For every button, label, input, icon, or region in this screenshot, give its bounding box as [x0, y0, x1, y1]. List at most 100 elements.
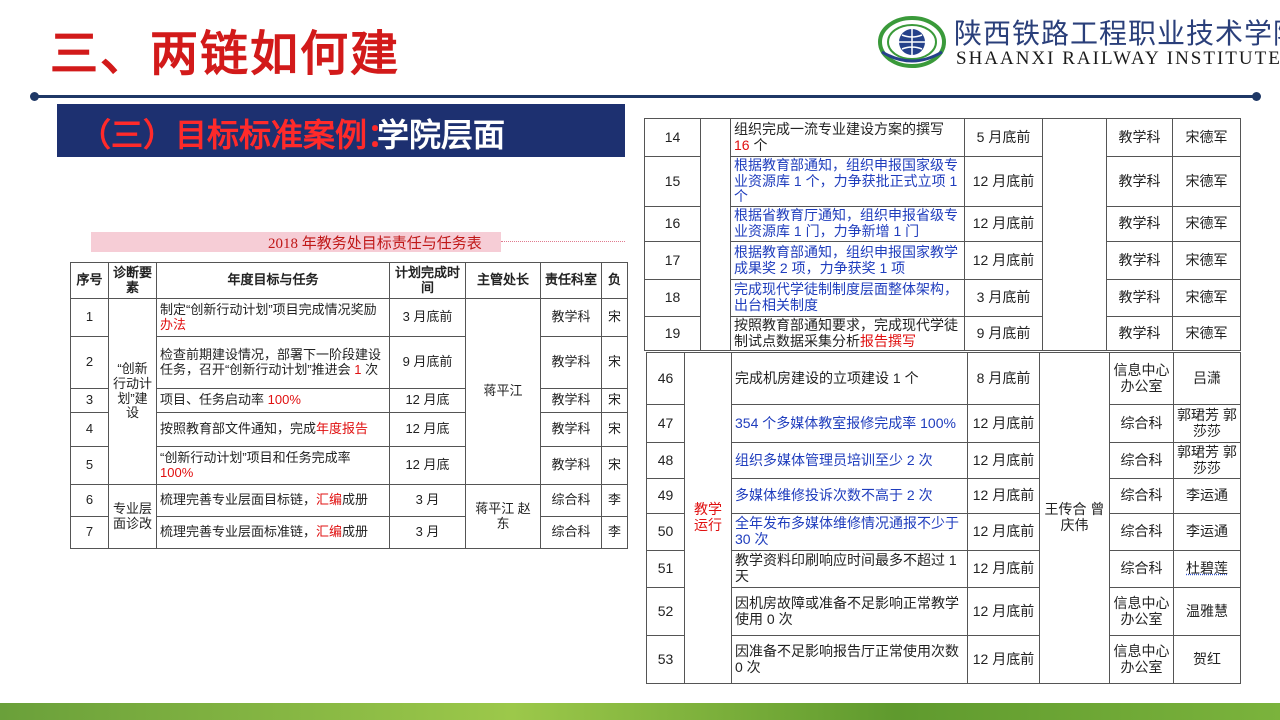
- due-time: 12 月底前: [967, 587, 1040, 636]
- department: 信息中心办公室: [1109, 635, 1174, 684]
- person: 李运通: [1173, 478, 1241, 514]
- table-caption: 2018 年教务处目标责任与任务表: [268, 236, 482, 252]
- person: 宋德军: [1172, 118, 1241, 157]
- header-cell: 年度目标与任务: [156, 262, 390, 299]
- subtitle-part2: 学院层面: [377, 116, 506, 154]
- due-time: 3 月: [389, 516, 466, 549]
- row-number: 2: [70, 336, 109, 389]
- department: 教学科: [1106, 206, 1173, 242]
- department: 教学科: [540, 412, 602, 447]
- table-row: 51 教学资料印刷响应时间最多不超过 1 天 12 月底前 综合科 杜碧莲: [646, 550, 1241, 588]
- target-task-table-left: 序号 诊断要素 年度目标与任务 计划完成时间 主管处长 责任科室 负 1 “创新…: [70, 262, 628, 549]
- task-cell: 梳理完善专业层面标准链，汇编成册: [156, 516, 390, 549]
- table-header-row: 序号 诊断要素 年度目标与任务 计划完成时间 主管处长 责任科室 负: [70, 262, 628, 299]
- table-row: 14 组织完成一流专业建设方案的撰写 16 个 5 月底前 教学科 宋德军: [644, 118, 1241, 351]
- due-time: 12 月底前: [964, 206, 1043, 242]
- department: 教学科: [1106, 316, 1173, 351]
- table-row: 6 专业层面诊改 梳理完善专业层面目标链，汇编成册 3 月 蒋平江 赵东 综合科…: [70, 484, 628, 549]
- person: 宋德军: [1172, 241, 1241, 280]
- person: 宋: [601, 412, 628, 447]
- department: 教学科: [540, 446, 602, 485]
- row-number: 47: [646, 404, 685, 443]
- table-row: 1 “创新行动计划”建设 制定“创新行动计划”项目完成情况奖励办法 3 月底前 …: [70, 298, 628, 485]
- table-row: 49 多媒体维修投诉次数不高于 2 次 12 月底前 综合科 李运通: [646, 478, 1241, 514]
- caption-dotted-line: [501, 241, 625, 242]
- task-cell: 根据教育部通知，组织申报国家教学成果奖 2 项，力争获奖 1 项: [730, 241, 965, 280]
- task-cell: 354 个多媒体教室报修完成率 100%: [731, 404, 968, 443]
- task-cell: 组织完成一流专业建设方案的撰写 16 个: [730, 118, 965, 157]
- row-number: 46: [646, 352, 685, 405]
- task-cell: 项目、任务启动率 100%: [156, 388, 390, 413]
- table-row: 16 根据省教育厅通知，组织申报省级专业资源库 1 门，力争新增 1 门 12 …: [644, 206, 1241, 242]
- header-cell: 责任科室: [540, 262, 602, 299]
- table-row: 17 根据教育部通知，组织申报国家教学成果奖 2 项，力争获奖 1 项 12 月…: [644, 241, 1241, 280]
- department: 综合科: [1109, 442, 1174, 479]
- target-task-table-operations: 46 教学运行 完成机房建设的立项建设 1 个 8 月底前 王传合 曾庆伟 信息…: [646, 352, 1241, 684]
- school-logo: 陕西铁路工程职业技术学院 SHAANXI RAILWAY INSTITUTE: [876, 8, 1280, 74]
- divider-dot-right: [1252, 92, 1261, 101]
- department: 教学科: [1106, 156, 1173, 207]
- table-row: 15 根据教育部通知，组织申报国家级专业资源库 1 个，力争获批正式立项 1 个…: [644, 156, 1241, 207]
- supervisor: 蒋平江: [465, 298, 541, 485]
- row-number: 53: [646, 635, 685, 684]
- person: 宋德军: [1172, 206, 1241, 242]
- due-time: 12 月底: [389, 412, 466, 447]
- department: 综合科: [1109, 550, 1174, 588]
- person: 李: [601, 484, 628, 517]
- table-row: 46 教学运行 完成机房建设的立项建设 1 个 8 月底前 王传合 曾庆伟 信息…: [646, 352, 1241, 684]
- person: 贺红: [1173, 635, 1241, 684]
- due-time: 12 月底前: [967, 635, 1040, 684]
- task-cell: 因准备不足影响报告厅正常使用次数 0 次: [731, 635, 968, 684]
- department: 教学科: [540, 336, 602, 389]
- due-time: 3 月底前: [964, 279, 1043, 317]
- row-number: 1: [70, 298, 109, 337]
- header-cell: 诊断要素: [108, 262, 157, 299]
- subtitle-part1: （三）目标标准案例：: [79, 116, 400, 154]
- department: 教学科: [540, 388, 602, 413]
- row-number: 48: [646, 442, 685, 479]
- person: 宋: [601, 298, 628, 337]
- task-cell: 完成现代学徒制制度层面整体架构，出台相关制度: [730, 279, 965, 317]
- task-cell: 完成机房建设的立项建设 1 个: [731, 352, 968, 405]
- school-name-cn: 陕西铁路工程职业技术学院: [954, 17, 1280, 50]
- diagnosis-element: 教学运行: [684, 352, 732, 684]
- task-cell: 根据教育部通知，组织申报国家级专业资源库 1 个，力争获批正式立项 1 个: [730, 156, 965, 207]
- person: 宋德军: [1172, 279, 1241, 317]
- diagnosis-element: 专业层面诊改: [108, 484, 157, 549]
- row-number: 14: [644, 118, 701, 157]
- task-cell: 制定“创新行动计划”项目完成情况奖励办法: [156, 298, 390, 337]
- header-cell: 序号: [70, 262, 109, 299]
- department: 综合科: [1109, 513, 1174, 551]
- header-cell: 计划完成时间: [389, 262, 466, 299]
- person: 宋德军: [1172, 316, 1241, 351]
- row-number: 52: [646, 587, 685, 636]
- row-number: 17: [644, 241, 701, 280]
- table-row: 50 全年发布多媒体维修情况通报不少于 30 次 12 月底前 综合科 李运通: [646, 513, 1241, 551]
- empty-supervisor-cell: [1042, 118, 1107, 351]
- department: 教学科: [540, 298, 602, 337]
- person: 郭珺芳 郭莎莎: [1173, 442, 1241, 479]
- department: 信息中心办公室: [1109, 352, 1174, 405]
- row-number: 16: [644, 206, 701, 242]
- due-time: 5 月底前: [964, 118, 1043, 157]
- task-cell: 梳理完善专业层面目标链，汇编成册: [156, 484, 390, 517]
- target-task-table-teaching: 14 组织完成一流专业建设方案的撰写 16 个 5 月底前 教学科 宋德军 15…: [644, 118, 1241, 351]
- table-row: 53 因准备不足影响报告厅正常使用次数 0 次 12 月底前 信息中心办公室 贺…: [646, 635, 1241, 684]
- person: 宋: [601, 446, 628, 485]
- department: 综合科: [540, 516, 602, 549]
- department: 教学科: [1106, 241, 1173, 280]
- due-time: 9 月底前: [389, 336, 466, 389]
- header-cell: 主管处长: [465, 262, 541, 299]
- person: 宋: [601, 336, 628, 389]
- diagnosis-element: “创新行动计划”建设: [108, 298, 157, 485]
- person: 杜碧莲: [1173, 550, 1241, 588]
- table-row: 52 因机房故障或准备不足影响正常教学使用 0 次 12 月底前 信息中心办公室…: [646, 587, 1241, 636]
- person: 李: [601, 516, 628, 549]
- task-cell: 多媒体维修投诉次数不高于 2 次: [731, 478, 968, 514]
- table-row: 18 完成现代学徒制制度层面整体架构，出台相关制度 3 月底前 教学科 宋德军: [644, 279, 1241, 317]
- supervisor: 蒋平江 赵东: [465, 484, 541, 549]
- row-number: 50: [646, 513, 685, 551]
- due-time: 12 月底: [389, 388, 466, 413]
- task-cell: 全年发布多媒体维修情况通报不少于 30 次: [731, 513, 968, 551]
- department: 教学科: [1106, 279, 1173, 317]
